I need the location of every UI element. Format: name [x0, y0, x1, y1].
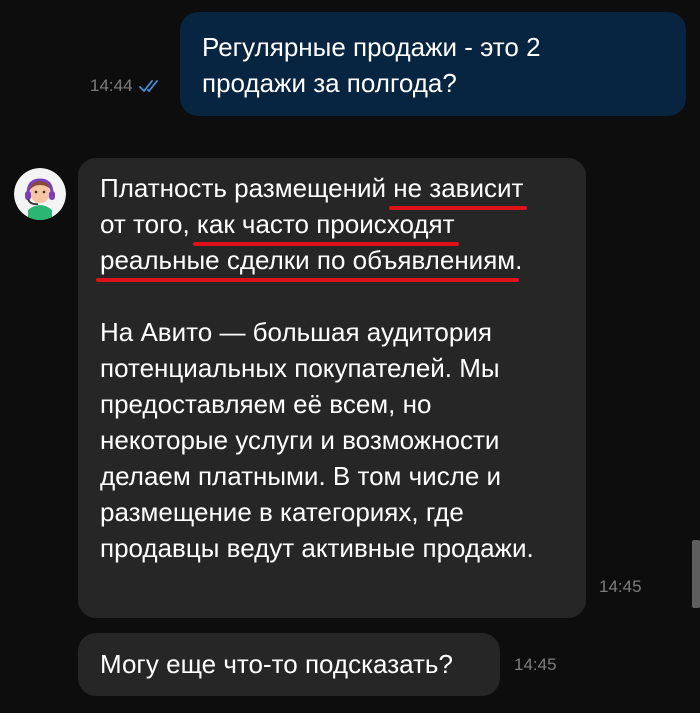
scrollbar-thumb[interactable]: [692, 540, 700, 608]
message-line: продажи за полгода?: [202, 68, 457, 98]
message-line: продавцы ведут активные продажи.: [100, 533, 534, 563]
message-text: от того,: [100, 209, 197, 239]
highlighted-text: как часто происходят: [192, 206, 459, 246]
message-line: На Авито — большая аудитория: [100, 317, 492, 347]
highlighted-text: не зависит: [389, 170, 528, 210]
message-line: размещение в категориях, где: [100, 497, 464, 527]
message-line: реальные сделки по объявлениям.: [95, 242, 564, 282]
message-line: Регулярные продажи - это 2: [202, 32, 541, 62]
support-agent-avatar-icon[interactable]: [14, 168, 66, 220]
incoming-message-bubble[interactable]: Платность размещений не зависит от того,…: [78, 158, 586, 618]
message-line: Платность размещений не зависит: [100, 170, 564, 210]
incoming-time: 14:45: [514, 655, 557, 674]
incoming-message-bubble[interactable]: Могу еще что-то подсказать?: [78, 633, 500, 696]
message-text: Платность размещений: [100, 173, 394, 203]
highlighted-text: реальные сделки по объявлениям: [95, 242, 520, 282]
message-line: некоторые услуги и возможности: [100, 425, 500, 455]
chat-screen: 14:44 Регулярные продажи - это 2 продажи…: [0, 0, 700, 713]
message-line: потенциальных покупателей. Мы: [100, 353, 500, 383]
message-line: от того, как часто происходят: [100, 206, 564, 246]
outgoing-message-bubble[interactable]: Регулярные продажи - это 2 продажи за по…: [180, 12, 686, 116]
message-line: делаем платными. В том числе и: [100, 461, 502, 491]
incoming-time: 14:45: [599, 577, 642, 596]
message-line: Могу еще что-то подсказать?: [100, 649, 453, 679]
message-line: предоставляем её всем, но: [100, 389, 432, 419]
message-text: .: [515, 245, 523, 275]
outgoing-time: 14:44: [90, 76, 133, 95]
outgoing-meta: 14:44: [90, 76, 165, 96]
double-check-read-icon: [138, 80, 158, 92]
